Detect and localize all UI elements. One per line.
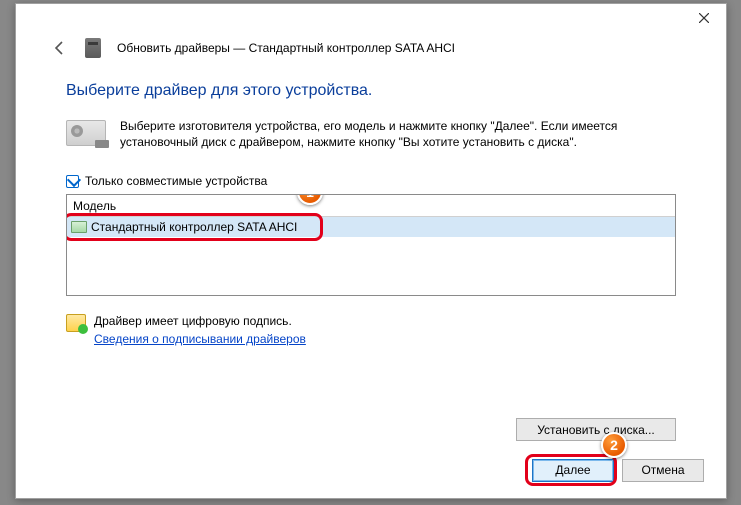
list-header: Модель	[67, 195, 675, 217]
signature-info-link[interactable]: Сведения о подписывании драйверов	[94, 332, 306, 346]
wizard-header: Обновить драйверы — Стандартный контролл…	[16, 34, 726, 62]
close-button[interactable]	[682, 4, 726, 32]
device-icon	[85, 38, 101, 58]
list-item[interactable]: Стандартный контроллер SATA AHCI	[67, 217, 675, 237]
instruction-line1: Выберите изготовителя устройства, его мо…	[120, 119, 617, 133]
signature-line: Драйвер имеет цифровую подпись.	[94, 312, 306, 330]
signature-block: Драйвер имеет цифровую подпись. Сведения…	[66, 312, 676, 348]
hardware-icon	[66, 120, 106, 146]
instruction-block: Выберите изготовителя устройства, его мо…	[66, 118, 676, 150]
wizard-content: Выберите драйвер для этого устройства. В…	[16, 62, 726, 442]
wizard-title: Обновить драйверы — Стандартный контролл…	[117, 41, 455, 55]
driver-wizard-window: Обновить драйверы — Стандартный контролл…	[15, 3, 727, 499]
driver-item-label: Стандартный контроллер SATA AHCI	[91, 220, 297, 234]
cancel-button[interactable]: Отмена	[622, 459, 704, 482]
titlebar	[16, 4, 726, 34]
certificate-icon	[66, 314, 86, 332]
arrow-left-icon	[52, 40, 68, 56]
close-icon	[699, 13, 709, 23]
instruction-text: Выберите изготовителя устройства, его мо…	[120, 118, 617, 150]
driver-item-icon	[71, 221, 87, 233]
next-button[interactable]: Далее	[532, 459, 614, 482]
instruction-line2: установочный диск с драйвером, нажмите к…	[120, 135, 577, 149]
page-heading: Выберите драйвер для этого устройства.	[66, 82, 676, 100]
back-button[interactable]	[51, 39, 69, 57]
checkbox-label: Только совместимые устройства	[85, 174, 267, 188]
model-listbox[interactable]: Модель Стандартный контроллер SATA AHCI …	[66, 194, 676, 296]
install-from-disk-button[interactable]: Установить с диска...	[516, 418, 676, 441]
checkbox-icon	[66, 175, 79, 188]
compatible-only-checkbox[interactable]: Только совместимые устройства	[66, 174, 676, 188]
wizard-footer: Далее Отмена 2	[16, 442, 726, 498]
signature-text: Драйвер имеет цифровую подпись. Сведения…	[94, 312, 306, 348]
column-model[interactable]: Модель	[67, 199, 116, 213]
